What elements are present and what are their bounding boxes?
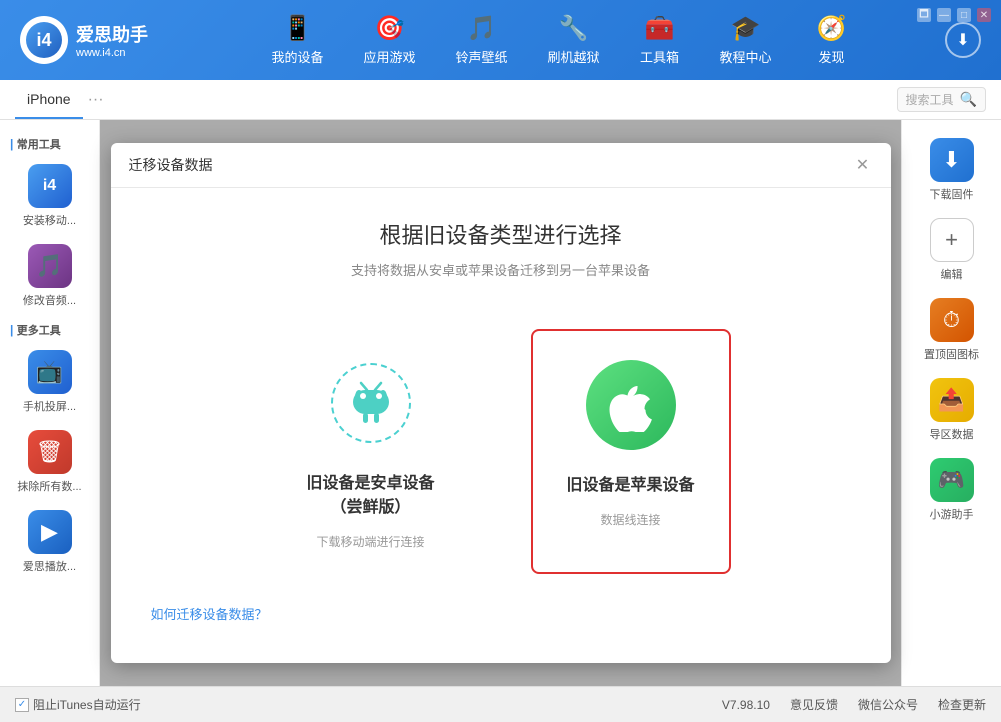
sidebar-item-mini-game[interactable]: 🎮 小游助手 <box>902 450 1001 530</box>
toolbox-icon: 🧰 <box>645 14 675 43</box>
android-icon-wrap <box>321 353 421 453</box>
logo-text: 爱思助手 www.i4.cn <box>76 21 148 59</box>
check-update-link[interactable]: 检查更新 <box>938 696 986 713</box>
mini-game-icon: 🎮 <box>930 458 974 502</box>
search-box[interactable]: 搜索工具 🔍 <box>897 87 986 112</box>
logo-icon: i4 <box>20 16 68 64</box>
more-button[interactable]: ··· <box>88 91 104 109</box>
modal-title: 迁移设备数据 <box>129 155 213 175</box>
nav-apps[interactable]: 🎯 应用游戏 <box>343 6 435 74</box>
sidebar-item-screen-mirror[interactable]: 📺 手机投屏... <box>0 342 99 422</box>
bottom-bar: ✓ 阻止iTunes自动运行 V7.98.10 意见反馈 微信公众号 检查更新 <box>0 686 1001 722</box>
apps-icon: 🎯 <box>375 14 405 43</box>
sidebar-item-install-app[interactable]: i4 安装移动... <box>0 156 99 236</box>
window-controls: 🗖 — □ ✕ <box>917 8 991 22</box>
clock-top-icon: ⏱ <box>930 298 974 342</box>
modify-audio-icon: 🎵 <box>28 244 72 288</box>
jailbreak-icon: 🔧 <box>559 14 589 43</box>
search-icon: 🔍 <box>960 91 977 108</box>
android-icon <box>331 363 411 443</box>
apple-option-desc: 数据线连接 <box>600 511 660 528</box>
erase-data-icon: 🗑 <box>28 430 72 474</box>
sidebar-item-download-firmware[interactable]: ⬇ 下载固件 <box>902 130 1001 210</box>
left-sidebar: | 常用工具 i4 安装移动... 🎵 修改音频... | 更多工具 📺 手机投… <box>0 120 100 686</box>
install-app-icon: i4 <box>28 164 72 208</box>
itunes-label: 阻止iTunes自动运行 <box>33 696 141 713</box>
main-area: | 常用工具 i4 安装移动... 🎵 修改音频... | 更多工具 📺 手机投… <box>0 120 1001 686</box>
sidebar-item-edit[interactable]: + 编辑 <box>902 210 1001 290</box>
modal-header: 迁移设备数据 ✕ <box>111 143 891 188</box>
top-bar: 🗖 — □ ✕ i4 爱思助手 www.i4.cn 📱 我的设备 🎯 应用游戏 … <box>0 0 1001 80</box>
itunes-checkbox-item: ✓ 阻止iTunes自动运行 <box>15 696 141 713</box>
modal-heading: 根据旧设备类型进行选择 <box>379 218 621 250</box>
nav-right: ⬇ <box>945 22 981 58</box>
download-button[interactable]: ⬇ <box>945 22 981 58</box>
screen-mirror-icon: 📺 <box>28 350 72 394</box>
sub-header: iPhone ··· 搜索工具 🔍 <box>0 80 1001 120</box>
modal-subtitle: 支持将数据从安卓或苹果设备迁移到另一台苹果设备 <box>351 260 650 279</box>
download-firmware-icon: ⬇ <box>930 138 974 182</box>
modal-close-button[interactable]: ✕ <box>853 155 873 175</box>
sidebar-item-play-app[interactable]: ▶ 爱思播放... <box>0 502 99 582</box>
tutorial-icon: 🎓 <box>731 14 761 43</box>
modal-body: 根据旧设备类型进行选择 支持将数据从安卓或苹果设备迁移到另一台苹果设备 <box>111 188 891 663</box>
sidebar-item-erase-data[interactable]: 🗑 抹除所有数... <box>0 422 99 502</box>
right-sidebar: ⬇ 下载固件 + 编辑 ⏱ 置顶固图标 📤 导区数据 🎮 小游助手 <box>901 120 1001 686</box>
version-number: V7.98.10 <box>722 698 770 712</box>
nav-my-device[interactable]: 📱 我的设备 <box>251 6 343 74</box>
more-tools-label: | 更多工具 <box>0 316 99 342</box>
apple-option-card[interactable]: 旧设备是苹果设备 数据线连接 <box>531 329 731 574</box>
wechat-link[interactable]: 微信公众号 <box>858 696 918 713</box>
ringtones-icon: 🎵 <box>467 14 497 43</box>
win-minimize[interactable]: — <box>937 8 951 22</box>
discover-icon: 🧭 <box>817 14 847 43</box>
nav-tutorial[interactable]: 🎓 教程中心 <box>700 6 792 74</box>
sidebar-item-clock-top[interactable]: ⏱ 置顶固图标 <box>902 290 1001 370</box>
device-tab-iphone[interactable]: iPhone <box>15 80 83 119</box>
edit-icon: + <box>930 218 974 262</box>
android-option-card[interactable]: 旧设备是安卓设备（尝鲜版） 下载移动端进行连接 <box>271 329 471 574</box>
play-app-icon: ▶ <box>28 510 72 554</box>
my-device-icon: 📱 <box>283 14 313 43</box>
bottom-links: 意见反馈 微信公众号 检查更新 <box>790 696 986 713</box>
center-content: 迁移设备数据 ✕ 根据旧设备类型进行选择 支持将数据从安卓或苹果设备迁移到另一台… <box>100 120 901 686</box>
common-tools-label: | 常用工具 <box>0 130 99 156</box>
android-option-desc: 下载移动端进行连接 <box>316 533 424 550</box>
win-maximize[interactable]: □ <box>957 8 971 22</box>
migrate-help-link[interactable]: 如何迁移设备数据？ <box>151 604 268 623</box>
itunes-checkbox[interactable]: ✓ <box>15 698 29 712</box>
nav-jailbreak[interactable]: 🔧 刷机越狱 <box>528 6 620 74</box>
modal-overlay: 迁移设备数据 ✕ 根据旧设备类型进行选择 支持将数据从安卓或苹果设备迁移到另一台… <box>100 120 901 686</box>
apple-option-title: 旧设备是苹果设备 <box>566 471 694 495</box>
win-close[interactable]: ✕ <box>977 8 991 22</box>
feedback-link[interactable]: 意见反馈 <box>790 696 838 713</box>
logo-area: i4 爱思助手 www.i4.cn <box>20 16 148 64</box>
nav-items: 📱 我的设备 🎯 应用游戏 🎵 铃声壁纸 🔧 刷机越狱 🧰 工具箱 🎓 教程中心… <box>178 6 945 74</box>
apple-icon <box>586 360 676 450</box>
android-option-title: 旧设备是安卓设备（尝鲜版） <box>295 469 447 517</box>
win-restore[interactable]: 🗖 <box>917 8 931 22</box>
nav-discover[interactable]: 🧭 发现 <box>792 6 872 74</box>
options-row: 旧设备是安卓设备（尝鲜版） 下载移动端进行连接 <box>271 329 731 574</box>
nav-ringtones[interactable]: 🎵 铃声壁纸 <box>435 6 527 74</box>
sidebar-item-export-data[interactable]: 📤 导区数据 <box>902 370 1001 450</box>
export-data-icon: 📤 <box>930 378 974 422</box>
nav-toolbox[interactable]: 🧰 工具箱 <box>620 6 700 74</box>
sidebar-item-modify-audio[interactable]: 🎵 修改音频... <box>0 236 99 316</box>
apple-icon-wrap <box>581 355 681 455</box>
migrate-modal: 迁移设备数据 ✕ 根据旧设备类型进行选择 支持将数据从安卓或苹果设备迁移到另一台… <box>111 143 891 663</box>
